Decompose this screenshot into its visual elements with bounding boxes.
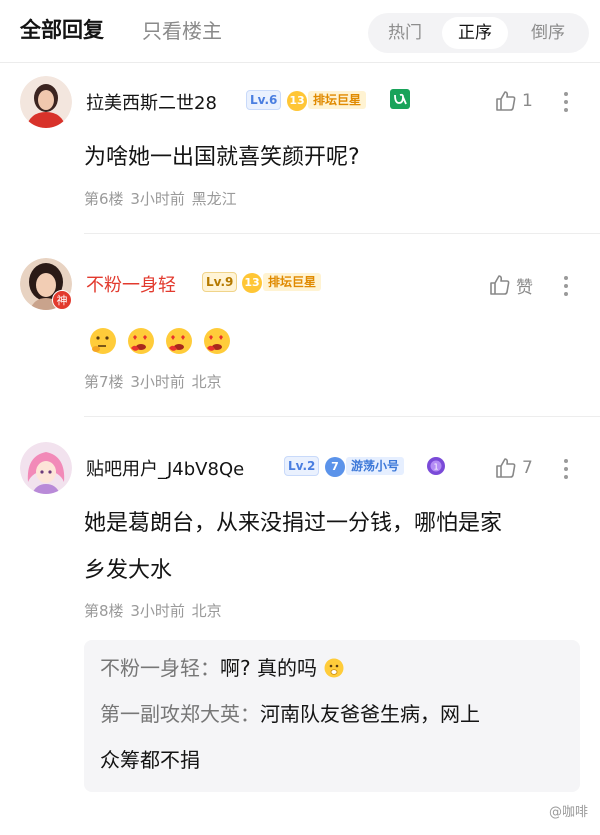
reply-header: 全部回复 只看楼主 热门 正序 倒序 <box>0 0 600 62</box>
reply-meta: 第7楼 3小时前 北京 <box>84 371 222 392</box>
more-options-icon[interactable] <box>561 274 571 298</box>
sort-segmented-control: 热门 正序 倒序 <box>368 13 589 53</box>
title-badge: 7 游荡小号 <box>325 456 405 477</box>
like-label: 赞 <box>516 277 533 298</box>
thumbs-up-icon <box>496 91 516 111</box>
avatar-tag: 神 <box>52 290 72 310</box>
heart-eyes-face-icon <box>204 328 230 354</box>
heart-eyes-face-icon <box>128 328 154 354</box>
svg-text:1: 1 <box>433 463 438 472</box>
thumbs-up-icon <box>490 275 510 295</box>
thumbs-up-icon <box>496 458 516 478</box>
reply-time: 3小时前 <box>130 373 185 391</box>
floor-number: 第6楼 <box>84 190 124 208</box>
floor-number: 第8楼 <box>84 602 124 620</box>
ip-location: 北京 <box>191 602 222 620</box>
watermark: @咖啡 <box>548 805 588 820</box>
username[interactable]: 拉美西斯二世28 <box>86 89 217 115</box>
sort-ascending[interactable]: 正序 <box>442 17 508 49</box>
heart-eyes-face-icon <box>166 328 192 354</box>
sort-hot[interactable]: 热门 <box>372 17 438 49</box>
sub-reply[interactable]: 第一副攻郑大英：河南队友爸爸生病，网上 <box>100 694 480 734</box>
level-badge: Lv.6 <box>246 90 282 110</box>
surprised-face-icon <box>324 658 344 678</box>
more-options-icon[interactable] <box>561 90 571 114</box>
reply-time: 3小时前 <box>130 602 185 620</box>
tab-all-replies[interactable]: 全部回复 <box>20 14 104 44</box>
reply-content-line-1: 她是葛朗台，从来没捐过一分钱，哪怕是家 <box>84 511 503 536</box>
post-divider <box>84 233 600 234</box>
badge-number: 13 <box>287 91 307 111</box>
reply-content: 为啥她一出国就喜笑颜开呢? <box>84 145 360 170</box>
avatar[interactable] <box>20 442 72 494</box>
header-divider <box>0 62 600 63</box>
avatar[interactable] <box>20 76 72 128</box>
emoji-content <box>88 326 232 356</box>
title-badge: 13 排坛巨星 <box>287 90 367 111</box>
more-options-icon[interactable] <box>561 457 571 481</box>
sub-reply-continued: 众筹都不捐 <box>100 748 200 772</box>
purple-medal-icon: 1 <box>425 455 447 477</box>
zodiac-badge-icon <box>390 89 410 109</box>
sub-reply-author[interactable]: 第一副攻郑大英： <box>100 702 260 726</box>
ip-location: 黑龙江 <box>191 190 237 208</box>
badge-text: 排坛巨星 <box>308 91 367 109</box>
reply-meta: 第6楼 3小时前 黑龙江 <box>84 188 237 209</box>
like-button[interactable]: 7 <box>494 455 533 481</box>
reply-content-line-2: 乡发大水 <box>84 558 173 583</box>
sub-replies[interactable]: 不粉一身轻：啊? 真的吗 第一副攻郑大英：河南队友爸爸生病，网上 众筹都不捐 <box>84 640 580 792</box>
username[interactable]: 不粉一身轻 <box>86 271 176 297</box>
level-badge: Lv.2 <box>284 456 320 476</box>
username[interactable]: 贴吧用户_J4bV8Qe <box>86 455 244 481</box>
badge-text: 排坛巨星 <box>263 273 322 291</box>
sub-reply[interactable]: 不粉一身轻：啊? 真的吗 <box>100 648 345 688</box>
badge-number: 7 <box>325 457 345 477</box>
post-divider <box>84 416 600 417</box>
tab-op-only[interactable]: 只看楼主 <box>142 15 222 44</box>
sub-reply-author[interactable]: 不粉一身轻： <box>100 656 220 680</box>
like-button[interactable]: 赞 <box>488 272 533 298</box>
badge-number: 13 <box>242 273 262 293</box>
sub-reply-text: 啊? 真的吗 <box>220 656 317 680</box>
like-count: 7 <box>522 458 533 478</box>
level-badge: Lv.9 <box>202 272 238 292</box>
floor-number: 第7楼 <box>84 373 124 391</box>
sort-descending[interactable]: 倒序 <box>512 17 584 49</box>
badge-text: 游荡小号 <box>346 457 405 475</box>
reply-time: 3小时前 <box>130 190 185 208</box>
like-count: 1 <box>522 91 533 111</box>
sub-reply-text: 河南队友爸爸生病，网上 <box>260 702 480 726</box>
thinking-face-icon <box>90 328 116 354</box>
reply-meta: 第8楼 3小时前 北京 <box>84 600 222 621</box>
like-button[interactable]: 1 <box>494 88 533 114</box>
ip-location: 北京 <box>191 373 222 391</box>
title-badge: 13 排坛巨星 <box>242 272 322 293</box>
